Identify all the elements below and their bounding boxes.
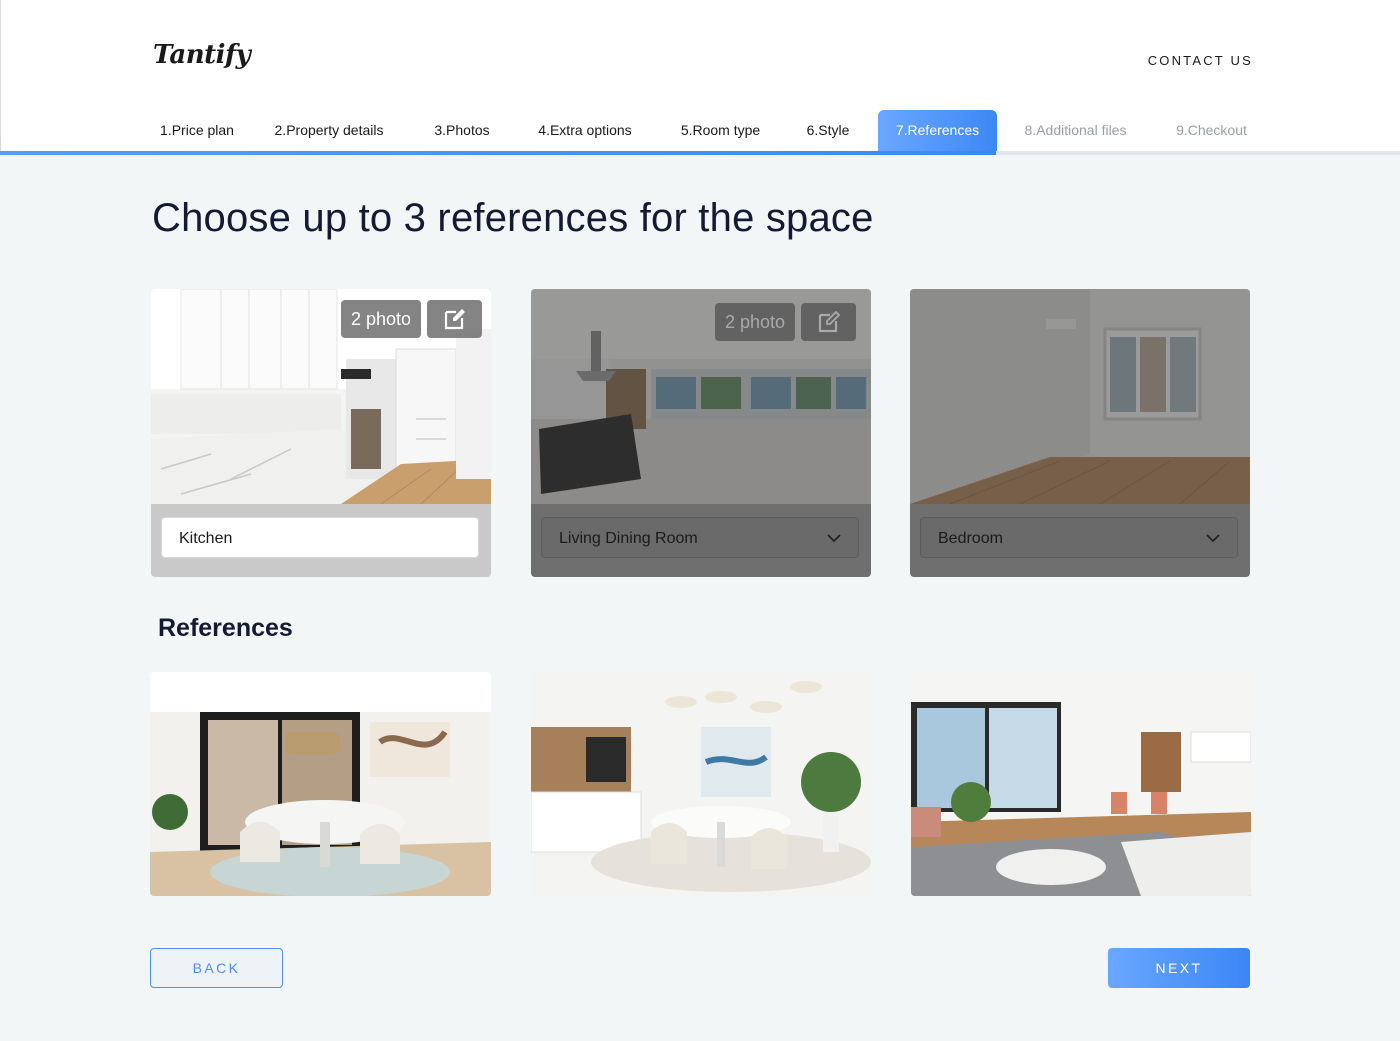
room-type-select[interactable]: Living Dining Room	[541, 517, 859, 558]
step-style[interactable]: 6.Style	[799, 110, 857, 152]
photo-count-badge: 2 photo	[715, 303, 796, 341]
chevron-down-icon	[827, 534, 841, 543]
wizard-steps: 1.Price plan 2.Property details 3.Photos…	[1, 110, 1400, 154]
room-card-bedroom[interactable]: Bedroom	[910, 289, 1250, 577]
step-property-details[interactable]: 2.Property details	[265, 110, 393, 152]
references-heading: References	[158, 614, 293, 642]
chevron-down-icon	[1206, 534, 1220, 543]
top-bar: Tantify CONTACT US 1.Price plan 2.Proper…	[0, 0, 1400, 154]
brand-logo[interactable]: Tantify	[153, 40, 251, 70]
room-type-field[interactable]: Kitchen	[161, 517, 479, 558]
page-title: Choose up to 3 references for the space	[152, 196, 874, 240]
reference-image-dining-kitchen[interactable]	[531, 672, 872, 896]
step-references[interactable]: 7.References	[878, 110, 997, 152]
reference-image-living-room[interactable]	[911, 672, 1252, 896]
step-price-plan[interactable]: 1.Price plan	[153, 110, 241, 152]
step-additional-files[interactable]: 8.Additional files	[1015, 110, 1136, 152]
back-button[interactable]: BACK	[150, 948, 283, 988]
room-type-select[interactable]: Bedroom	[920, 517, 1238, 558]
edit-icon[interactable]	[427, 300, 482, 338]
reference-image-dining-round[interactable]	[150, 672, 491, 896]
progress-fill	[0, 151, 996, 155]
room-type-value: Bedroom	[938, 530, 1003, 547]
step-photos[interactable]: 3.Photos	[426, 110, 498, 152]
photo-count-badge: 2 photo	[341, 300, 422, 338]
room-type-value: Living Dining Room	[559, 530, 698, 547]
step-room-type[interactable]: 5.Room type	[673, 110, 768, 152]
room-card-kitchen[interactable]: 2 photo Kitchen	[151, 289, 491, 577]
next-button[interactable]: NEXT	[1108, 948, 1250, 988]
bedroom-photo	[910, 289, 1250, 504]
contact-us-link[interactable]: CONTACT US	[1148, 53, 1253, 68]
step-checkout[interactable]: 9.Checkout	[1169, 110, 1254, 152]
step-extra-options[interactable]: 4.Extra options	[529, 110, 641, 152]
room-card-living-dining[interactable]: 2 photo Living Dining Room	[531, 289, 871, 577]
edit-icon[interactable]	[801, 303, 856, 341]
